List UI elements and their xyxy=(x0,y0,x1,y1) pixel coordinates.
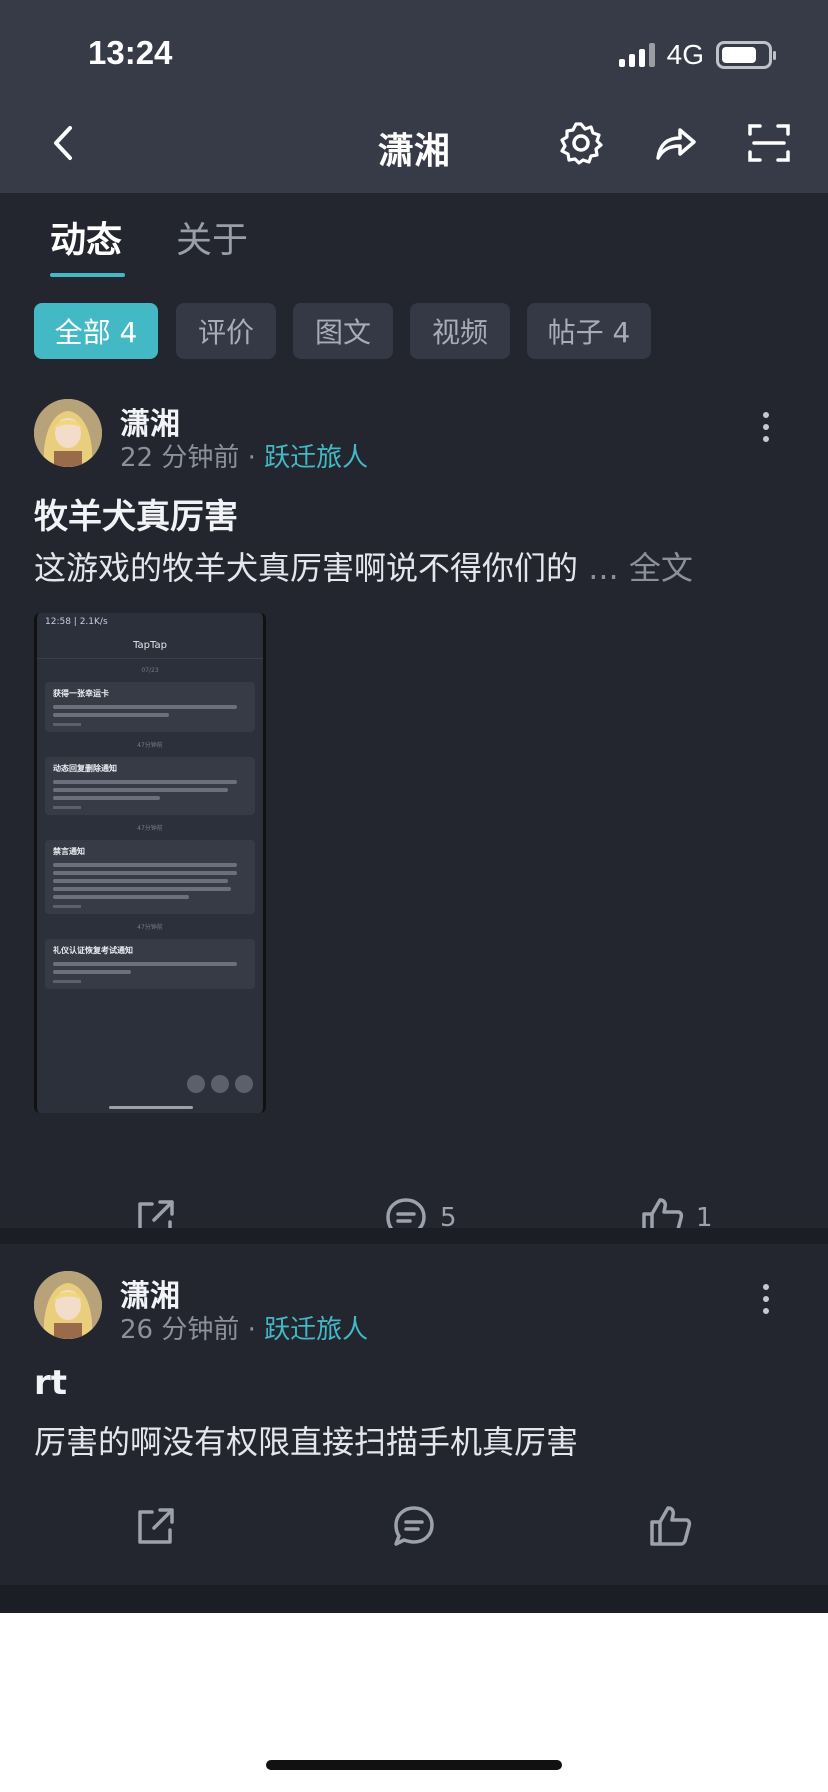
filter-reviews[interactable]: 评价 xyxy=(176,303,276,359)
tab-activity[interactable]: 动态 xyxy=(50,211,122,263)
meta-separator: · xyxy=(247,443,256,473)
comment-icon xyxy=(394,1506,434,1546)
page-title: 潇湘 xyxy=(377,131,450,172)
thumbs-up-icon xyxy=(650,1506,692,1546)
network-type: 4G xyxy=(666,39,704,70)
more-icon xyxy=(235,1075,253,1093)
status-indicators: 4G xyxy=(618,39,776,70)
post-time: 22 分钟前 xyxy=(120,443,240,473)
image-date: 07/23 xyxy=(141,667,159,674)
image-home-bar xyxy=(109,1106,193,1109)
post-title[interactable]: rt xyxy=(34,1363,67,1403)
post-text: 厉害的啊没有权限直接扫描手机真厉害 xyxy=(34,1423,579,1461)
post-title[interactable]: 牧羊犬真厉害 xyxy=(34,489,238,538)
image-card: 动态回复删除通知 xyxy=(45,757,255,815)
tab-indicator xyxy=(50,273,125,277)
battery-icon xyxy=(716,41,776,69)
more-options-icon[interactable] xyxy=(760,1281,772,1321)
filter-posts[interactable]: 帖子 4 xyxy=(527,303,651,359)
post-divider xyxy=(0,1228,828,1244)
nav-bar: 潇湘 xyxy=(0,112,828,182)
post-time: 26 分钟前 xyxy=(120,1315,240,1345)
meta-separator: · xyxy=(247,1315,256,1345)
home-indicator[interactable] xyxy=(266,1760,562,1770)
image-header: TapTap xyxy=(37,633,263,659)
user-role: 跃迁旅人 xyxy=(264,443,369,473)
edit-icon xyxy=(187,1075,205,1093)
post-image[interactable]: 12:58 | 2.1K/s TapTap 07/23 获得一张幸运卡 47分钟… xyxy=(34,613,266,1113)
read-more-link[interactable]: ... 全文 xyxy=(588,549,693,587)
user-role: 跃迁旅人 xyxy=(264,1315,369,1345)
post-text: 这游戏的牧羊犬真厉害啊说不得你们的 xyxy=(34,549,579,587)
image-card-title: 禁言通知 xyxy=(53,847,85,856)
grid-icon xyxy=(211,1075,229,1093)
share-out-icon xyxy=(138,1508,174,1544)
tab-about[interactable]: 关于 xyxy=(176,211,248,263)
top-bar: 13:24 4G 潇湘 xyxy=(0,0,828,193)
post-card: 潇湘 22 分钟前 · 跃迁旅人 牧羊犬真厉害 这游戏的牧羊犬真厉害啊说不得你们… xyxy=(0,383,828,1238)
avatar[interactable] xyxy=(34,399,102,467)
filter-image-text[interactable]: 图文 xyxy=(293,303,393,359)
post-body[interactable]: 这游戏的牧羊犬真厉害啊说不得你们的 ... 全文 xyxy=(34,543,693,589)
image-date: 47分钟前 xyxy=(137,825,163,832)
share-icon[interactable] xyxy=(650,118,700,168)
image-card: 获得一张幸运卡 xyxy=(45,682,255,732)
profile-feed: 动态 关于 全部 4 评价 图文 视频 帖子 4 潇湘 22 分钟前 · 跃迁旅… xyxy=(0,193,828,1613)
comment-button[interactable] xyxy=(390,1501,438,1551)
share-button[interactable] xyxy=(132,1501,180,1551)
image-status-bar: 12:58 | 2.1K/s xyxy=(45,617,108,627)
post-card: 潇湘 26 分钟前 · 跃迁旅人 rt 厉害的啊没有权限直接扫描手机真厉害 xyxy=(0,1271,828,1591)
tab-bar: 动态 关于 xyxy=(0,193,828,283)
filter-all[interactable]: 全部 4 xyxy=(34,303,158,359)
image-card: 礼仪认证恢复考试通知 xyxy=(45,939,255,989)
image-card: 禁言通知 xyxy=(45,840,255,914)
image-date: 47分钟前 xyxy=(137,742,163,749)
like-button[interactable] xyxy=(646,1501,694,1551)
image-card-title: 动态回复删除通知 xyxy=(53,764,117,773)
post-meta: 22 分钟前 · 跃迁旅人 xyxy=(120,437,368,474)
post-body[interactable]: 厉害的啊没有权限直接扫描手机真厉害 xyxy=(34,1417,578,1463)
post-meta: 26 分钟前 · 跃迁旅人 xyxy=(120,1309,368,1346)
signal-icon xyxy=(618,43,655,67)
gear-icon[interactable] xyxy=(556,118,606,168)
post-divider xyxy=(0,1585,828,1613)
avatar[interactable] xyxy=(34,1271,102,1339)
filter-videos[interactable]: 视频 xyxy=(410,303,510,359)
scan-icon[interactable] xyxy=(744,118,794,168)
image-card-title: 礼仪认证恢复考试通知 xyxy=(53,946,133,955)
more-options-icon[interactable] xyxy=(760,409,772,449)
image-card-title: 获得一张幸运卡 xyxy=(53,689,109,698)
status-time: 13:24 xyxy=(88,34,173,71)
image-date: 47分钟前 xyxy=(137,924,163,931)
